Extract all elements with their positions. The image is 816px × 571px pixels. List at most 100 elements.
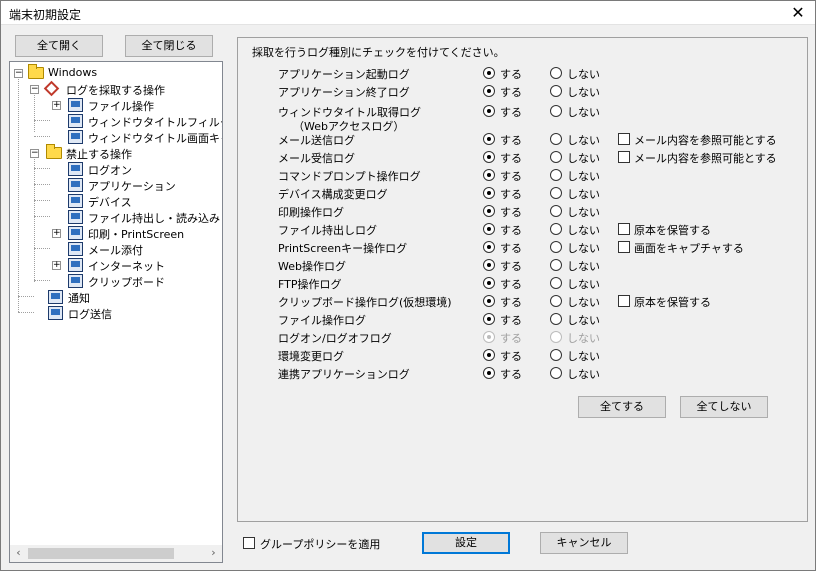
collect-yes-radio[interactable] <box>483 151 495 163</box>
log-row: ウィンドウタイトル取得ログ （Webアクセスログ） する しない <box>238 102 807 133</box>
collapse-icon[interactable]: − <box>14 69 23 78</box>
scroll-right-icon[interactable]: › <box>205 545 222 562</box>
expand-icon[interactable]: + <box>52 101 61 110</box>
tree-item-window-title-filter[interactable]: ウィンドウタイトルフィルタ <box>10 113 222 129</box>
tree-item-application[interactable]: アプリケーション <box>10 177 222 193</box>
collect-no-radio[interactable] <box>550 67 562 79</box>
monitor-icon <box>68 194 83 208</box>
tree-item-logon[interactable]: ログオン <box>10 161 222 177</box>
log-row: アプリケーション起動ログ する しない <box>238 64 807 82</box>
collect-no-radio[interactable] <box>550 367 562 379</box>
collect-no-radio[interactable] <box>550 105 562 117</box>
option-label: メール内容を参照可能とする <box>634 152 777 165</box>
log-type-label: デバイス構成変更ログ <box>278 188 388 201</box>
collapse-all-button[interactable]: 全て閉じる <box>125 35 213 57</box>
collapse-icon[interactable]: − <box>30 149 39 158</box>
tree-item-label: メール添付 <box>88 244 143 257</box>
collect-no-radio[interactable] <box>550 85 562 97</box>
monitor-icon <box>68 178 83 192</box>
collect-yes-radio[interactable] <box>483 133 495 145</box>
log-row: ログオン/ログオフログ する しない <box>238 328 807 346</box>
tree-item-file-ops[interactable]: + ファイル操作 <box>10 97 222 113</box>
tree-item-clipboard[interactable]: クリップボード <box>10 273 222 289</box>
log-settings-panel: 採取を行うログ種別にチェックを付けてください。 アプリケーション起動ログ する しな… <box>237 37 808 522</box>
tree-item-label: デバイス <box>88 196 132 209</box>
collect-no-radio[interactable] <box>550 205 562 217</box>
collect-no-radio[interactable] <box>550 295 562 307</box>
tree-item-prohibited-ops[interactable]: − 禁止する操作 <box>10 144 222 161</box>
tree-item-windows[interactable]: − Windows <box>10 64 222 81</box>
tree-item-mail-attach[interactable]: メール添付 <box>10 241 222 257</box>
collect-yes-radio[interactable] <box>483 313 495 325</box>
option-checkbox[interactable] <box>618 223 630 235</box>
collect-no-radio[interactable] <box>550 169 562 181</box>
tree-item-window-title-capture[interactable]: ウィンドウタイトル画面キャ <box>10 129 222 145</box>
tree-item-label: ファイル持出し・読み込み <box>88 212 220 225</box>
log-row: 印刷操作ログ する しない <box>238 202 807 220</box>
collect-yes-radio[interactable] <box>483 367 495 379</box>
log-type-label: 環境変更ログ <box>278 350 344 363</box>
expand-all-button[interactable]: 全て開く <box>15 35 103 57</box>
collect-yes-radio[interactable] <box>483 67 495 79</box>
tree-item-log-ops[interactable]: − ログを採取する操作 <box>10 80 222 97</box>
tree-item-notify[interactable]: 通知 <box>10 289 222 305</box>
option-checkbox[interactable] <box>618 241 630 253</box>
scroll-thumb[interactable] <box>28 548 174 559</box>
option-checkbox[interactable] <box>618 133 630 145</box>
tree-item-label: ログオン <box>88 164 132 177</box>
collect-no-radio[interactable] <box>550 259 562 271</box>
log-row: Web操作ログ する しない <box>238 256 807 274</box>
collect-yes-radio[interactable] <box>483 205 495 217</box>
tree-item-print[interactable]: + 印刷・PrintScreen <box>10 225 222 241</box>
scroll-left-icon[interactable]: ‹ <box>10 545 27 562</box>
collect-yes-radio[interactable] <box>483 105 495 117</box>
collect-no-radio[interactable] <box>550 187 562 199</box>
cancel-button[interactable]: キャンセル <box>540 532 628 554</box>
collect-yes-radio[interactable] <box>483 223 495 235</box>
expand-icon[interactable]: + <box>52 261 61 270</box>
collect-no-radio[interactable] <box>550 277 562 289</box>
collapse-icon[interactable]: − <box>30 85 39 94</box>
tree-item-internet[interactable]: + インターネット <box>10 257 222 273</box>
collect-yes-radio[interactable] <box>483 349 495 361</box>
collect-yes-radio[interactable] <box>483 169 495 181</box>
group-policy-label: グループポリシーを適用 <box>260 538 381 551</box>
collect-yes-radio[interactable] <box>483 241 495 253</box>
collect-yes-radio[interactable] <box>483 85 495 97</box>
select-all-no-button[interactable]: 全てしない <box>680 396 768 418</box>
apply-button[interactable]: 設定 <box>422 532 510 554</box>
tree-item-log-send[interactable]: ログ送信 <box>10 305 222 321</box>
collect-yes-label: する <box>500 170 522 183</box>
option-checkbox[interactable] <box>618 295 630 307</box>
collect-no-radio[interactable] <box>550 151 562 163</box>
horizontal-scrollbar[interactable]: ‹ › <box>10 545 222 562</box>
collect-yes-radio[interactable] <box>483 187 495 199</box>
folder-icon <box>28 64 44 79</box>
tree-item-file-export[interactable]: ファイル持出し・読み込み <box>10 209 222 225</box>
expand-icon[interactable]: + <box>52 229 61 238</box>
collect-no-radio[interactable] <box>550 241 562 253</box>
tree-item-label: 印刷・PrintScreen <box>88 228 185 241</box>
log-type-label: Web操作ログ <box>278 260 346 273</box>
collect-yes-label: する <box>500 260 522 273</box>
collect-yes-radio[interactable] <box>483 277 495 289</box>
collect-no-radio[interactable] <box>550 133 562 145</box>
collect-no-label: しない <box>567 260 600 273</box>
log-type-label: クリップボード操作ログ(仮想環境) <box>278 296 452 309</box>
close-icon[interactable]: ✕ <box>781 1 815 25</box>
collect-yes-label: する <box>500 106 522 119</box>
collect-no-radio[interactable] <box>550 223 562 235</box>
select-all-yes-button[interactable]: 全てする <box>578 396 666 418</box>
category-tree[interactable]: − Windows − ログを採取する操作 + ファイル操作 ウィンドウタイトル… <box>9 61 223 563</box>
tree-item-label: 通知 <box>68 292 90 305</box>
tree-item-label: ウィンドウタイトルフィルタ <box>88 116 223 129</box>
collect-yes-radio[interactable] <box>483 259 495 271</box>
option-checkbox[interactable] <box>618 151 630 163</box>
tree-item-device[interactable]: デバイス <box>10 193 222 209</box>
log-row: クリップボード操作ログ(仮想環境) する しない 原本を保管する <box>238 292 807 310</box>
collect-no-radio[interactable] <box>550 313 562 325</box>
log-row: メール送信ログ する しない メール内容を参照可能とする <box>238 130 807 148</box>
collect-no-radio[interactable] <box>550 349 562 361</box>
collect-yes-radio[interactable] <box>483 295 495 307</box>
group-policy-checkbox[interactable] <box>243 537 255 549</box>
